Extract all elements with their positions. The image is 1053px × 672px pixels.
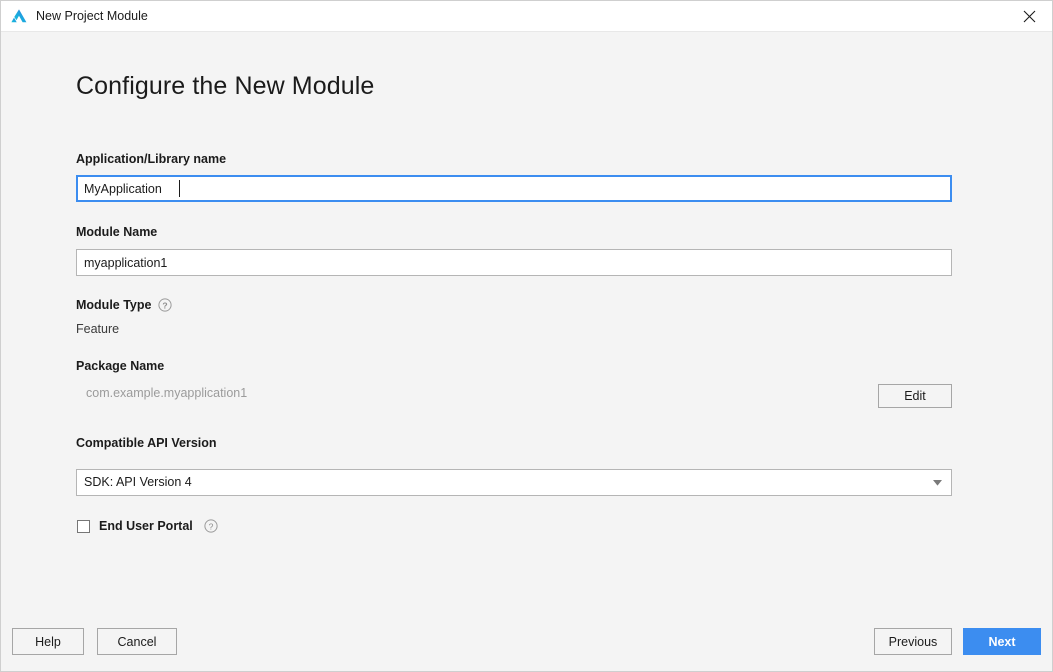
close-icon[interactable]: [1006, 1, 1052, 32]
titlebar: New Project Module: [1, 1, 1052, 32]
new-project-module-dialog: New Project Module Configure the New Mod…: [0, 0, 1053, 672]
module-type-help-question-mark-icon[interactable]: ?: [158, 298, 173, 312]
cancel-button[interactable]: Cancel: [97, 628, 177, 655]
svg-text:?: ?: [163, 300, 168, 310]
module-type-label: Module Type ?: [76, 298, 173, 312]
field-end-user-portal[interactable]: End User Portal ?: [77, 519, 218, 533]
api-version-label: Compatible API Version: [76, 436, 217, 450]
field-package-name: Package Name com.example.myapplication1: [76, 359, 952, 400]
next-button[interactable]: Next: [963, 628, 1041, 655]
api-version-select[interactable]: SDK: API Version 4: [76, 469, 952, 496]
field-module-type: Module Type ? Feature: [76, 298, 173, 336]
api-version-selected-value: SDK: API Version 4: [76, 469, 952, 496]
app-name-input-wrap: [76, 175, 952, 202]
text-caret: [179, 180, 180, 197]
app-name-label: Application/Library name: [76, 152, 227, 166]
package-name-value: com.example.myapplication1: [86, 386, 248, 400]
deveco-triangle-logo-icon: [10, 7, 28, 25]
package-name-label: Package Name: [76, 359, 165, 373]
titlebar-left: New Project Module: [1, 7, 1006, 25]
module-name-label: Module Name: [76, 225, 158, 239]
page-title: Configure the New Module: [76, 72, 375, 100]
end-user-portal-label: End User Portal: [99, 519, 193, 533]
module-type-value: Feature: [76, 322, 120, 336]
dialog-footer: Help Cancel Previous Next: [1, 615, 1052, 671]
previous-button[interactable]: Previous: [874, 628, 952, 655]
module-name-input[interactable]: [76, 249, 952, 276]
module-type-label-text: Module Type: [76, 298, 152, 312]
window-title: New Project Module: [36, 9, 148, 23]
field-app-name: Application/Library name: [76, 152, 952, 202]
field-module-name: Module Name: [76, 225, 952, 276]
end-user-portal-help-question-mark-icon[interactable]: ?: [204, 519, 218, 533]
end-user-portal-checkbox[interactable]: [77, 519, 90, 533]
dialog-body: Configure the New Module Application/Lib…: [1, 32, 1052, 615]
svg-text:?: ?: [208, 521, 213, 531]
field-api-version: Compatible API Version SDK: API Version …: [76, 436, 952, 496]
help-button[interactable]: Help: [12, 628, 84, 655]
chevron-down-icon: [933, 469, 942, 496]
app-name-input[interactable]: [76, 175, 952, 202]
edit-package-name-button[interactable]: Edit: [878, 384, 952, 408]
